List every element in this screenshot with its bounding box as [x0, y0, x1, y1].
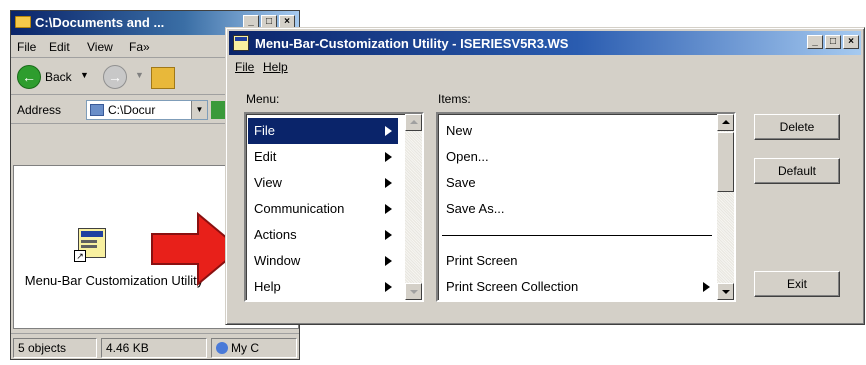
items-scrollbar[interactable]	[717, 114, 734, 300]
app-icon	[233, 35, 249, 51]
item-save[interactable]: Save	[440, 170, 716, 196]
submenu-arrow-icon	[385, 230, 392, 240]
menu-item-file[interactable]: File	[248, 118, 398, 144]
menu-item-actions[interactable]: Actions	[248, 222, 398, 248]
app-shortcut-icon[interactable]: ↗	[74, 226, 110, 262]
explorer-menu-edit[interactable]: Edit	[49, 40, 70, 54]
address-input[interactable]: C:\Docur ▼	[86, 100, 208, 120]
submenu-arrow-icon	[385, 282, 392, 292]
scroll-up-icon[interactable]	[717, 114, 734, 131]
shortcut-arrow-icon: ↗	[74, 250, 86, 262]
scroll-down-icon[interactable]	[717, 283, 734, 300]
forward-arrow-icon[interactable]: →	[103, 65, 127, 89]
back-dropdown-icon[interactable]: ▼	[80, 70, 89, 80]
minimize-button[interactable]: _	[807, 35, 823, 49]
delete-button[interactable]: Delete	[754, 114, 840, 140]
item-print-screen-collection[interactable]: Print Screen Collection	[440, 274, 716, 300]
submenu-arrow-icon	[385, 256, 392, 266]
menu-listbox[interactable]: File Edit View Communication Actions Win…	[244, 112, 424, 302]
item-print-screen[interactable]: Print Screen	[440, 248, 716, 274]
explorer-title: C:\Documents and ...	[35, 15, 165, 30]
address-dropdown-icon[interactable]: ▼	[191, 101, 207, 119]
forward-dropdown-icon[interactable]: ▼	[135, 70, 144, 80]
submenu-arrow-icon	[385, 178, 392, 188]
dialog-menubar: File Help	[229, 56, 861, 78]
dialog-title: Menu-Bar-Customization Utility - ISERIES…	[255, 36, 569, 51]
item-open[interactable]: Open...	[440, 144, 716, 170]
menu-item-communication[interactable]: Communication	[248, 196, 398, 222]
folder-up-icon[interactable]	[151, 67, 175, 89]
item-separator[interactable]	[442, 235, 712, 236]
submenu-arrow-icon	[703, 282, 710, 292]
menu-list-label: Menu:	[246, 92, 280, 106]
submenu-arrow-icon	[385, 152, 392, 162]
address-label: Address	[17, 103, 62, 117]
close-button[interactable]: ×	[843, 35, 859, 49]
menu-file[interactable]: File	[235, 60, 254, 74]
items-listbox[interactable]: New Open... Save Save As... Print Screen…	[436, 112, 736, 302]
dialog-title-bar[interactable]: Menu-Bar-Customization Utility - ISERIES…	[229, 31, 861, 55]
submenu-arrow-icon	[385, 204, 392, 214]
back-arrow-icon[interactable]: ←	[17, 65, 41, 89]
scroll-thumb[interactable]	[717, 132, 734, 192]
customization-dialog: Menu-Bar-Customization Utility - ISERIES…	[225, 27, 865, 325]
computer-icon	[216, 342, 228, 354]
scroll-up-icon[interactable]	[405, 114, 422, 131]
folder-icon	[15, 16, 31, 28]
items-list-label: Items:	[438, 92, 471, 106]
explorer-menu-favorites[interactable]: Fa»	[129, 40, 150, 54]
explorer-menu-view[interactable]: View	[87, 40, 113, 54]
menu-item-view[interactable]: View	[248, 170, 398, 196]
back-button[interactable]: Back	[45, 70, 72, 84]
explorer-menu-file[interactable]: File	[17, 40, 36, 54]
address-value: C:\Docur	[108, 103, 156, 117]
menu-item-window[interactable]: Window	[248, 248, 398, 274]
status-zone: My C	[211, 338, 297, 358]
maximize-button[interactable]: □	[825, 35, 841, 49]
status-size: 4.46 KB	[101, 338, 207, 358]
item-save-as[interactable]: Save As...	[440, 196, 716, 222]
menu-item-edit[interactable]: Edit	[248, 144, 398, 170]
default-button[interactable]: Default	[754, 158, 840, 184]
scroll-down-icon[interactable]	[405, 283, 422, 300]
menu-item-help[interactable]: Help	[248, 274, 398, 300]
menu-scrollbar[interactable]	[405, 114, 422, 300]
folder-icon	[90, 104, 104, 116]
menu-help[interactable]: Help	[263, 60, 288, 74]
item-new[interactable]: New	[440, 118, 716, 144]
exit-button[interactable]: Exit	[754, 271, 840, 297]
status-objects: 5 objects	[13, 338, 97, 358]
submenu-arrow-icon	[385, 126, 392, 136]
status-bar: 5 objects 4.46 KB My C	[11, 333, 299, 359]
